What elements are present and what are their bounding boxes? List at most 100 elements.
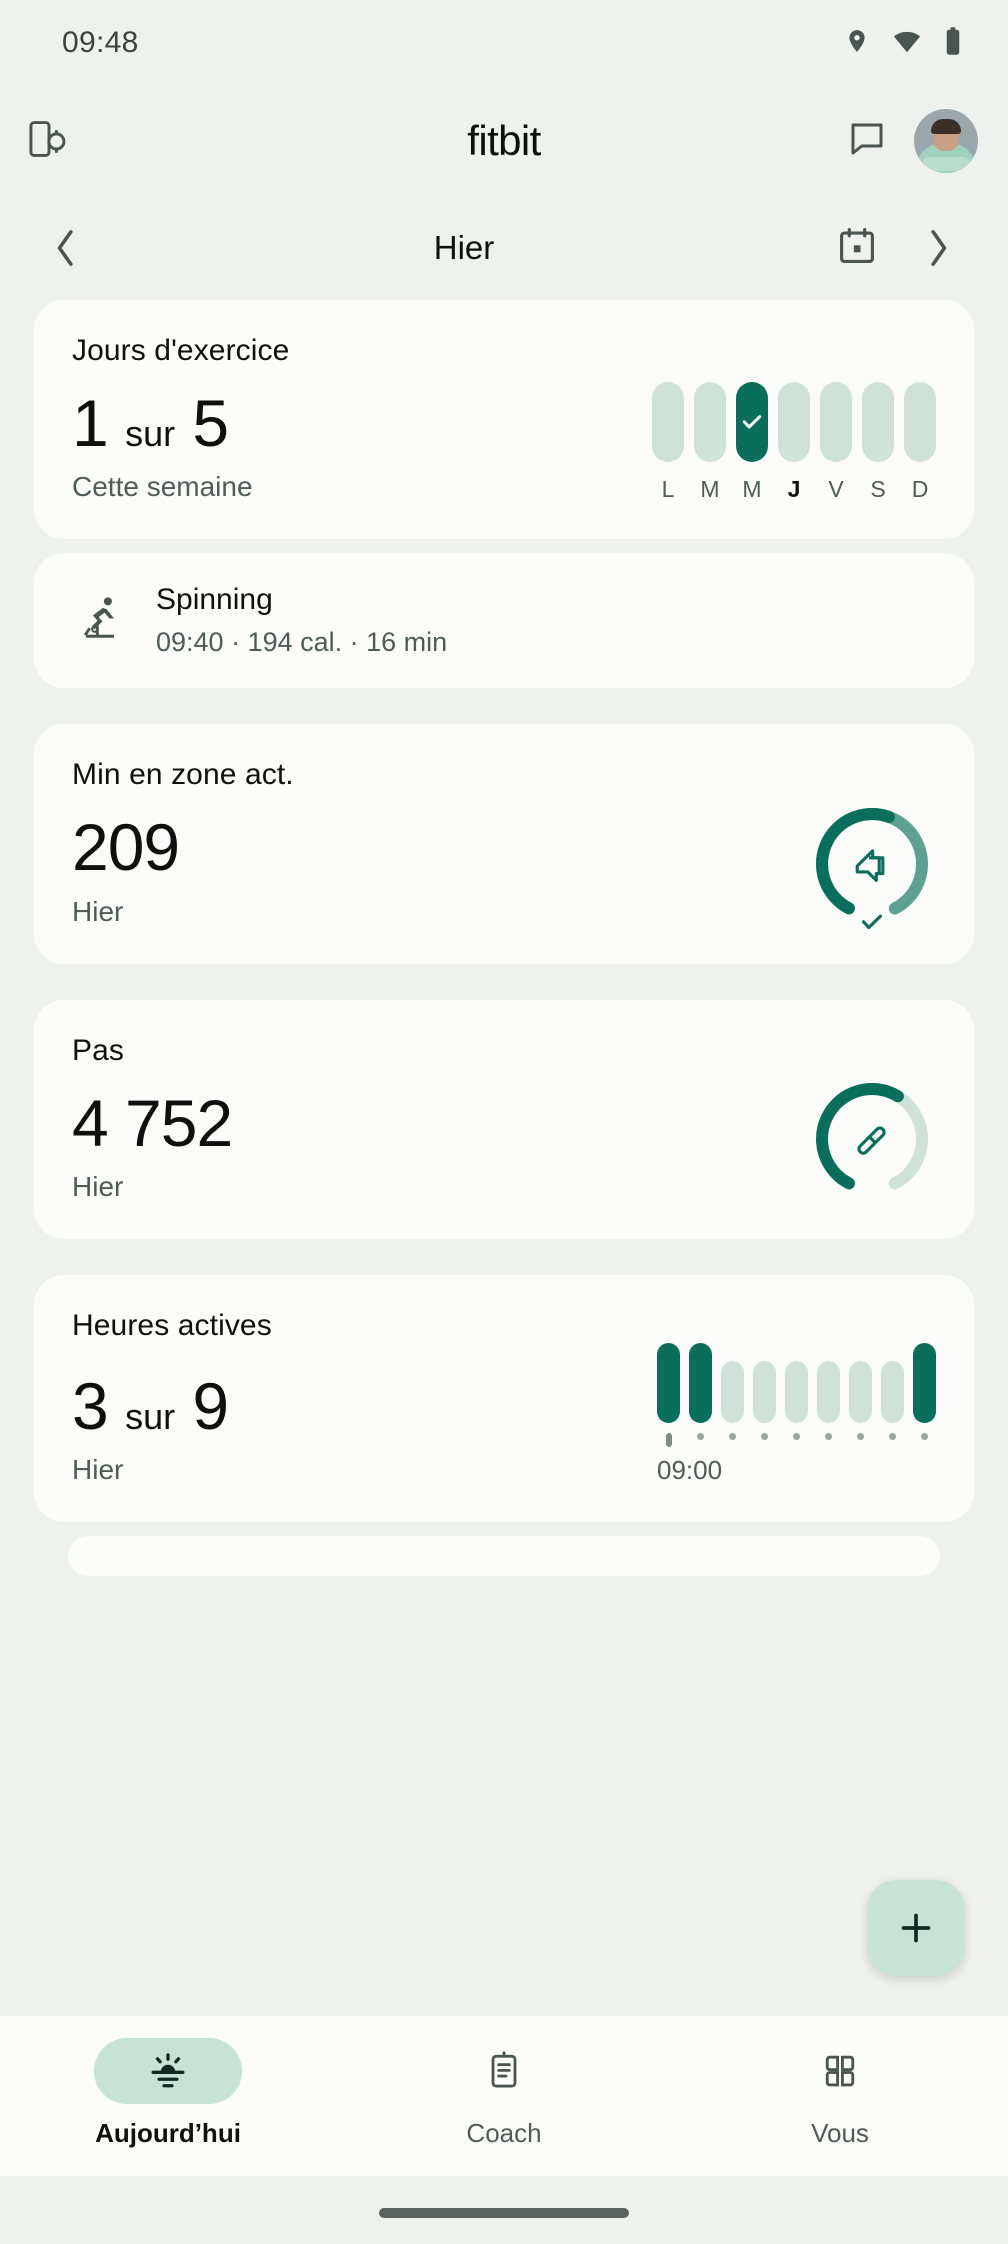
cards-scroll-area: Jours d'exercice 1 sur 5 Cette semaine L…	[0, 300, 1008, 1576]
exercise-entry-meta: 09:40 · 194 cal. · 16 min	[156, 627, 448, 658]
hour-bar	[817, 1360, 840, 1423]
hour-tick-dots	[657, 1432, 936, 1447]
hour-tick	[849, 1432, 872, 1447]
date-nav-right	[836, 225, 964, 272]
active-hours-chart: 09:00	[657, 1342, 936, 1486]
day-label: L	[661, 476, 675, 503]
day-pill	[904, 382, 936, 463]
battery-icon	[944, 26, 962, 61]
avatar-hair	[931, 119, 961, 134]
azm-body: 209 Hier	[72, 792, 936, 929]
hour-bar-active	[689, 1342, 712, 1423]
device-sync-icon[interactable]	[26, 116, 72, 167]
next-card-peek[interactable]	[68, 1535, 940, 1576]
hour-axis-label: 09:00	[657, 1454, 723, 1485]
exercise-days-card[interactable]: Jours d'exercice 1 sur 5 Cette semaine L…	[34, 300, 974, 540]
azm-values: 209 Hier	[72, 792, 180, 927]
exercise-days-subtitle: Cette semaine	[72, 471, 253, 503]
steps-subtitle: Hier	[72, 1170, 124, 1202]
day-column: S	[862, 382, 894, 503]
sunrise-icon	[94, 2038, 242, 2104]
exercise-entry-text: Spinning 09:40 · 194 cal. · 16 min	[156, 583, 447, 658]
date-navigation: Hier	[0, 196, 1008, 300]
exercise-days-value-line: 1 sur 5	[72, 389, 253, 457]
steps-body: 4 752 Hier	[72, 1068, 936, 1203]
day-column: M	[736, 382, 768, 503]
previous-day-button[interactable]	[40, 227, 92, 269]
exercise-entry-row[interactable]: Spinning 09:40 · 194 cal. · 16 min	[34, 553, 974, 689]
exercise-days-value: 1	[72, 386, 109, 460]
nav-item-you[interactable]: Vous	[672, 2038, 1008, 2149]
day-pill-completed	[736, 382, 768, 463]
hour-tick	[657, 1432, 680, 1447]
add-button[interactable]	[868, 1880, 964, 1976]
active-hours-values: 3 sur 9 Hier	[72, 1351, 229, 1486]
day-pill	[778, 382, 810, 463]
steps-card[interactable]: Pas 4 752 Hier	[34, 999, 974, 1239]
spinning-bike-icon	[72, 590, 128, 651]
hour-bars	[657, 1342, 936, 1423]
next-day-button[interactable]	[912, 227, 964, 269]
active-hours-title: Heures actives	[72, 1308, 272, 1342]
hour-bar	[753, 1360, 776, 1423]
active-hours-value-line: 3 sur 9	[72, 1372, 229, 1440]
wifi-icon	[892, 26, 922, 61]
azm-value: 209	[72, 810, 180, 885]
shoe-icon	[808, 1075, 936, 1203]
day-pill	[820, 382, 852, 463]
chat-bubble-icon[interactable]	[846, 118, 888, 165]
nav-item-today[interactable]: Aujourd’hui	[0, 2038, 336, 2149]
day-label: M	[700, 476, 720, 503]
app-bar-right	[846, 109, 978, 173]
day-pill	[862, 382, 894, 463]
steps-value: 4 752	[72, 1085, 233, 1160]
steps-title: Pas	[72, 1033, 124, 1067]
azm-title: Min en zone act.	[72, 758, 294, 792]
hour-bar-active	[657, 1342, 680, 1423]
fitbit-today-screen: 09:48 fitbit Hier Jours d'exercice 1 sur…	[0, 0, 1008, 2244]
hour-tick	[913, 1432, 936, 1447]
day-column: J	[778, 382, 810, 503]
steps-values: 4 752 Hier	[72, 1068, 233, 1203]
hour-tick	[721, 1432, 744, 1447]
gesture-bar	[379, 2208, 629, 2218]
azm-subtitle: Hier	[72, 895, 124, 927]
location-icon	[844, 26, 870, 61]
day-label: J	[787, 476, 801, 503]
hour-tick	[785, 1432, 808, 1447]
day-pill	[652, 382, 684, 463]
day-column: D	[904, 382, 936, 503]
day-label: V	[828, 476, 844, 503]
hour-bar	[881, 1360, 904, 1423]
steps-gauge	[808, 1075, 936, 1203]
selected-date-label: Hier	[433, 229, 495, 266]
lightning-arrow-icon	[808, 800, 936, 928]
check-icon	[742, 415, 762, 429]
hour-tick	[881, 1432, 904, 1447]
day-column: L	[652, 382, 684, 503]
hour-tick	[689, 1432, 712, 1447]
active-hours-card[interactable]: Heures actives 3 sur 9 Hier 09:00	[34, 1274, 974, 1522]
active-hours-value: 3	[72, 1368, 109, 1443]
hour-tick	[753, 1432, 776, 1447]
app-bar-left	[26, 116, 72, 167]
day-label: S	[870, 476, 886, 503]
status-icon-group	[844, 26, 962, 61]
hour-tick	[817, 1432, 840, 1447]
exercise-days-body: 1 sur 5 Cette semaine LMMJVSD	[72, 368, 936, 503]
status-time: 09:48	[62, 26, 139, 59]
nav-label-today: Aujourd’hui	[95, 2118, 241, 2148]
calendar-icon[interactable]	[836, 225, 878, 272]
day-label: D	[911, 476, 929, 503]
active-hours-subtitle: Hier	[72, 1453, 124, 1485]
profile-avatar[interactable]	[914, 109, 978, 173]
nav-label-you: Vous	[811, 2118, 869, 2148]
weekly-day-pills: LMMJVSD	[652, 382, 936, 503]
day-label: M	[742, 476, 762, 503]
day-column: V	[820, 382, 852, 503]
active-zone-minutes-card[interactable]: Min en zone act. 209 Hier	[34, 724, 974, 964]
status-bar: 09:48	[0, 0, 1008, 86]
nav-item-coach[interactable]: Coach	[336, 2038, 672, 2149]
active-hours-body: 3 sur 9 Hier 09:00	[72, 1342, 936, 1486]
hour-bar	[721, 1360, 744, 1423]
